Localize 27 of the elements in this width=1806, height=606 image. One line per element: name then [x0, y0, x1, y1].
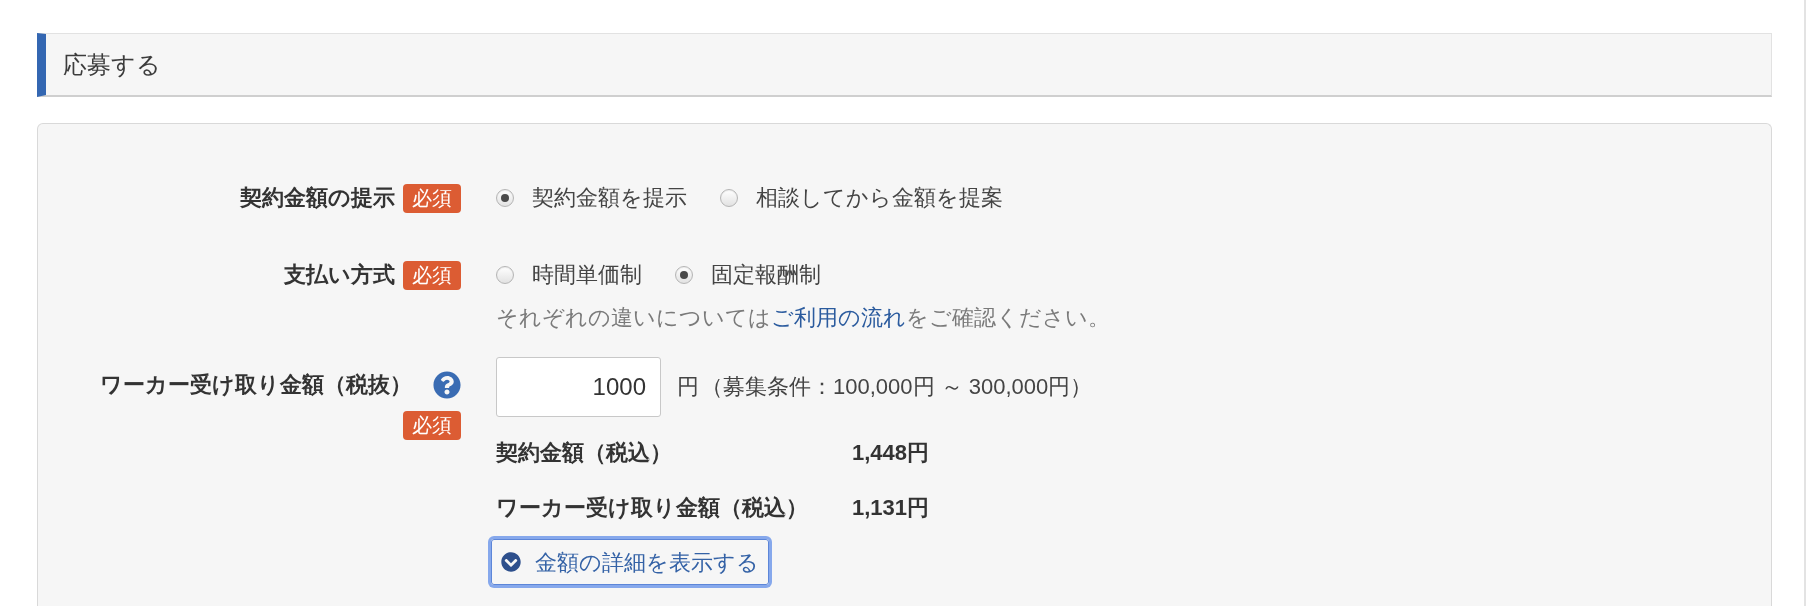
- field-label: ワーカー受け取り金額（税抜）: [100, 371, 412, 399]
- section-title: 応募する: [63, 49, 161, 80]
- required-badge: 必須: [403, 411, 461, 440]
- radio-label[interactable]: 契約金額を提示: [532, 183, 687, 213]
- radio-button[interactable]: [675, 266, 693, 284]
- condition-text: （募集条件：100,000円 ～ 300,000円）: [701, 373, 1093, 401]
- field-label: 契約金額の提示: [240, 184, 395, 212]
- summary-value: 1,448円: [852, 439, 930, 467]
- usage-flow-link[interactable]: ご利用の流れ: [771, 305, 906, 330]
- radio-button[interactable]: [496, 266, 514, 284]
- help-text: それぞれの違いについては ご利用の流れをご確認ください。: [496, 304, 1110, 332]
- chevron-down-icon: [501, 552, 521, 572]
- radio-label[interactable]: 時間単価制: [532, 260, 642, 290]
- radio-label[interactable]: 相談してから金額を提案: [756, 183, 1003, 213]
- required-badge: 必須: [403, 260, 461, 290]
- field-label: 支払い方式: [284, 261, 395, 289]
- required-badge: 必須: [403, 183, 461, 213]
- summary-value: 1,131円: [852, 494, 930, 522]
- radio-button[interactable]: [496, 189, 514, 207]
- amount-input[interactable]: 1000: [496, 357, 661, 417]
- currency-unit: 円: [677, 373, 699, 401]
- show-details-button[interactable]: 金額の詳細を表示する: [491, 539, 769, 585]
- radio-button[interactable]: [720, 189, 738, 207]
- summary-label: ワーカー受け取り金額（税込）: [496, 495, 808, 520]
- help-icon[interactable]: [433, 371, 461, 399]
- summary-label: 契約金額（税込）: [496, 440, 672, 465]
- radio-label[interactable]: 固定報酬制: [711, 260, 821, 290]
